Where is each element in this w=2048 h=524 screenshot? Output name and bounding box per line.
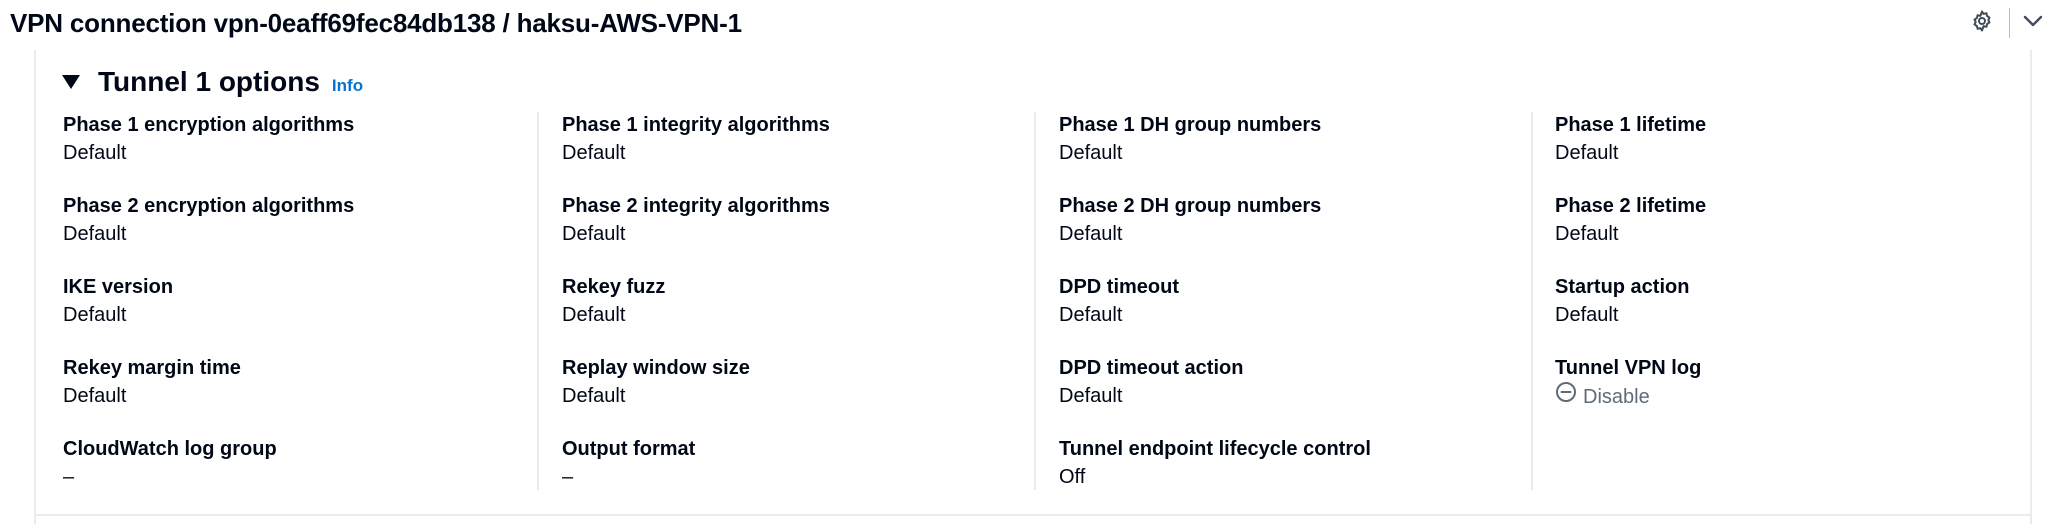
- status-text: Disable: [1583, 385, 1650, 408]
- field-label: Phase 2 DH group numbers: [1059, 195, 1322, 217]
- caret-down-icon[interactable]: [62, 75, 80, 89]
- field-label: Phase 1 DH group numbers: [1059, 114, 1322, 136]
- field-value: Default: [1059, 142, 1123, 164]
- field-phase2-lifetime: Phase 2 lifetime Default: [1555, 193, 2011, 274]
- field-label: Phase 1 integrity algorithms: [562, 114, 830, 136]
- tunnel-1-options-header[interactable]: Tunnel 1 options Info: [62, 64, 363, 100]
- field-value: Default: [63, 385, 127, 407]
- options-column-4: Phase 1 lifetime Default Phase 2 lifetim…: [1531, 112, 2011, 490]
- field-phase2-encryption: Phase 2 encryption algorithms Default: [63, 193, 537, 274]
- field-label: Rekey fuzz: [562, 276, 666, 298]
- field-replay-window-size: Replay window size Default: [562, 355, 1034, 436]
- field-label: IKE version: [63, 276, 174, 298]
- field-phase1-integrity: Phase 1 integrity algorithms Default: [562, 112, 1034, 193]
- disabled-circle-icon: [1555, 381, 1583, 412]
- field-rekey-margin-time: Rekey margin time Default: [63, 355, 537, 436]
- field-label: Rekey margin time: [63, 357, 241, 379]
- field-label: Tunnel VPN log: [1555, 357, 1702, 379]
- field-startup-action: Startup action Default: [1555, 274, 2011, 355]
- field-label: DPD timeout: [1059, 276, 1179, 298]
- field-tunnel-vpn-log: Tunnel VPN log Disable: [1555, 355, 2011, 436]
- field-value: Default: [63, 304, 127, 326]
- field-label: Startup action: [1555, 276, 1690, 298]
- field-label: Tunnel endpoint lifecycle control: [1059, 438, 1371, 460]
- field-label: Output format: [562, 438, 696, 460]
- header-actions: [1967, 8, 2048, 38]
- field-label: CloudWatch log group: [63, 438, 277, 460]
- field-value: Default: [63, 223, 127, 245]
- chevron-down-icon: [2022, 10, 2044, 37]
- options-column-1: Phase 1 encryption algorithms Default Ph…: [63, 112, 537, 490]
- field-rekey-fuzz: Rekey fuzz Default: [562, 274, 1034, 355]
- page-title: VPN connection vpn-0eaff69fec84db138 / h…: [10, 8, 742, 38]
- field-label: DPD timeout action: [1059, 357, 1244, 379]
- options-column-2: Phase 1 integrity algorithms Default Pha…: [537, 112, 1034, 490]
- field-label: Phase 2 integrity algorithms: [562, 195, 830, 217]
- field-label: Phase 2 encryption algorithms: [63, 195, 355, 217]
- field-value: –: [63, 466, 75, 488]
- settings-button[interactable]: [1967, 8, 1997, 38]
- field-value: Default: [1059, 223, 1123, 245]
- status-indicator: Disable: [1555, 381, 2011, 412]
- field-label: Phase 1 encryption algorithms: [63, 114, 355, 136]
- section-title[interactable]: Tunnel 1 options: [98, 64, 320, 100]
- page-header: VPN connection vpn-0eaff69fec84db138 / h…: [0, 0, 2048, 48]
- collapse-button[interactable]: [2018, 8, 2048, 38]
- field-value: Default: [1059, 304, 1123, 326]
- info-link[interactable]: Info: [332, 76, 363, 96]
- field-phase1-dh-groups: Phase 1 DH group numbers Default: [1059, 112, 1531, 193]
- header-divider: [2009, 8, 2010, 38]
- field-ike-version: IKE version Default: [63, 274, 537, 355]
- field-label: Phase 2 lifetime: [1555, 195, 1707, 217]
- field-value: Default: [1555, 223, 1619, 245]
- field-tunnel-endpoint-lifecycle: Tunnel endpoint lifecycle control Off: [1059, 436, 1531, 517]
- field-value: Default: [562, 142, 626, 164]
- field-phase1-encryption: Phase 1 encryption algorithms Default: [63, 112, 537, 193]
- field-label: Phase 1 lifetime: [1555, 114, 1707, 136]
- field-output-format: Output format –: [562, 436, 1034, 517]
- field-value: Default: [562, 223, 626, 245]
- field-value: Default: [1555, 142, 1619, 164]
- field-phase1-lifetime: Phase 1 lifetime Default: [1555, 112, 2011, 193]
- field-value: Off: [1059, 466, 1086, 488]
- field-value: Default: [1059, 385, 1123, 407]
- field-phase2-integrity: Phase 2 integrity algorithms Default: [562, 193, 1034, 274]
- gear-icon: [1970, 9, 1994, 38]
- field-value: –: [562, 466, 574, 488]
- field-value: Default: [63, 142, 127, 164]
- field-dpd-timeout: DPD timeout Default: [1059, 274, 1531, 355]
- field-dpd-timeout-action: DPD timeout action Default: [1059, 355, 1531, 436]
- options-column-3: Phase 1 DH group numbers Default Phase 2…: [1034, 112, 1531, 490]
- field-value: Default: [1555, 304, 1619, 326]
- field-phase2-dh-groups: Phase 2 DH group numbers Default: [1059, 193, 1531, 274]
- field-value: Default: [562, 385, 626, 407]
- field-label: Replay window size: [562, 357, 750, 379]
- field-cloudwatch-log-group: CloudWatch log group –: [63, 436, 537, 517]
- field-value: Default: [562, 304, 626, 326]
